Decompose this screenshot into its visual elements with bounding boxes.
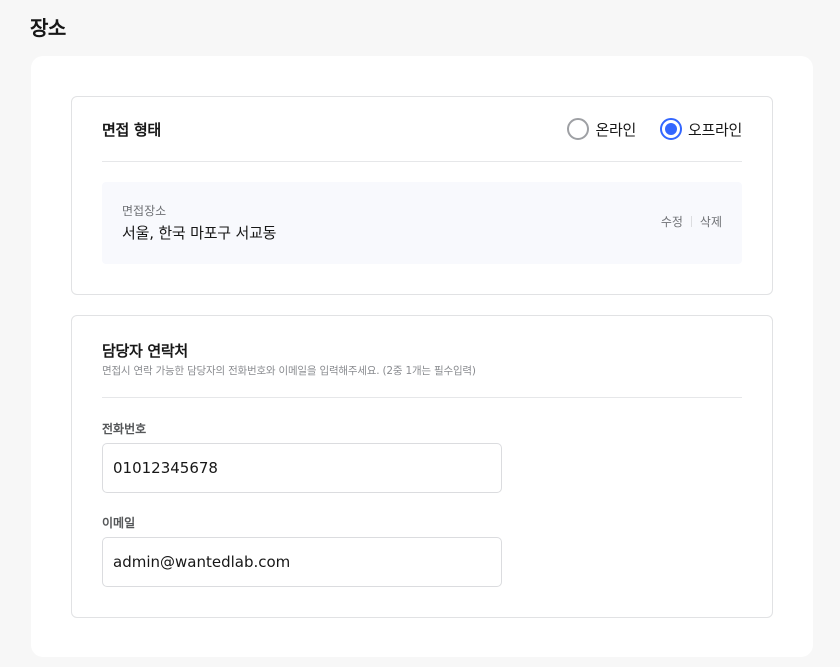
- radio-online[interactable]: 온라인: [567, 118, 636, 140]
- interview-type-row: 면접 형태 온라인 오프라인: [102, 97, 742, 162]
- location-section: 면접 형태 온라인 오프라인 면접장소 서울, 한국 마포구 서교동 수정 삭제: [71, 96, 773, 295]
- radio-online-label[interactable]: 온라인: [595, 119, 636, 140]
- radio-checked-icon[interactable]: [659, 118, 682, 140]
- phone-label: 전화번호: [102, 422, 147, 436]
- interview-type-label: 면접 형태: [102, 121, 161, 139]
- location-caption: 면접장소: [122, 204, 167, 218]
- contact-description: 면접시 연락 가능한 담당자의 전화번호와 이메일을 입력해주세요. (2중 1…: [102, 365, 476, 377]
- radio-unchecked-icon[interactable]: [567, 118, 590, 140]
- location-actions: 수정 삭제: [661, 213, 722, 230]
- email-input[interactable]: [102, 537, 502, 587]
- main-card: 면접 형태 온라인 오프라인 면접장소 서울, 한국 마포구 서교동 수정 삭제: [31, 56, 813, 657]
- action-divider: [690, 216, 692, 227]
- contact-title: 담당자 연락처: [102, 342, 188, 360]
- interview-type-radio-group: 온라인 오프라인: [567, 118, 742, 140]
- phone-input[interactable]: [102, 443, 502, 493]
- radio-offline-label[interactable]: 오프라인: [688, 119, 742, 140]
- contact-header: 담당자 연락처 면접시 연락 가능한 담당자의 전화번호와 이메일을 입력해주세…: [102, 316, 742, 398]
- delete-location-button[interactable]: 삭제: [700, 213, 722, 230]
- location-value: 서울, 한국 마포구 서교동: [122, 224, 277, 242]
- email-label: 이메일: [102, 516, 136, 530]
- edit-location-button[interactable]: 수정: [661, 213, 683, 230]
- radio-offline[interactable]: 오프라인: [659, 118, 742, 140]
- page-title: 장소: [30, 16, 66, 40]
- location-box: 면접장소 서울, 한국 마포구 서교동 수정 삭제: [102, 182, 742, 264]
- contact-section: 담당자 연락처 면접시 연락 가능한 담당자의 전화번호와 이메일을 입력해주세…: [71, 315, 773, 618]
